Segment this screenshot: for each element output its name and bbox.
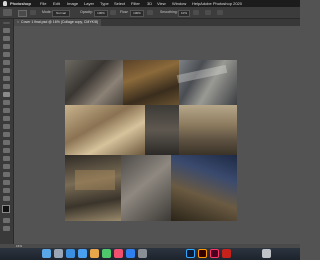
document-canvas[interactable] — [65, 60, 237, 221]
collage-tile — [65, 105, 145, 155]
menu-layer[interactable]: Layer — [84, 0, 94, 7]
music-icon[interactable] — [114, 249, 123, 258]
rectangle-tool-icon[interactable] — [3, 172, 10, 177]
collage-tile — [171, 155, 237, 221]
messages-icon[interactable] — [102, 249, 111, 258]
menu-edit[interactable]: Edit — [53, 0, 60, 7]
brush-settings-icon[interactable] — [30, 10, 36, 15]
type-tool-icon[interactable] — [3, 156, 10, 161]
mail-icon[interactable] — [78, 249, 87, 258]
more-tools-icon[interactable] — [3, 196, 10, 201]
eraser-tool-icon[interactable] — [3, 116, 10, 121]
menu-window[interactable]: Window — [172, 0, 186, 7]
indesign-icon[interactable] — [210, 249, 219, 258]
foreground-color-swatch[interactable] — [2, 205, 10, 213]
clone-stamp-tool-icon[interactable] — [3, 100, 10, 105]
smoothing-options-icon[interactable] — [193, 10, 199, 15]
apple-logo-icon[interactable] — [3, 1, 7, 6]
path-selection-tool-icon[interactable] — [3, 164, 10, 169]
menu-select[interactable]: Select — [114, 0, 125, 7]
hand-tool-icon[interactable] — [3, 180, 10, 185]
collage-highlight — [75, 170, 115, 190]
window-title: Adobe Photoshop 2020 — [200, 1, 242, 6]
pressure-opacity-icon[interactable] — [110, 10, 116, 15]
healing-brush-tool-icon[interactable] — [3, 84, 10, 89]
collage-tile — [179, 105, 237, 155]
collage-tile — [65, 60, 123, 105]
collage-tile — [121, 155, 171, 221]
finder-icon[interactable] — [42, 249, 51, 258]
illustrator-icon[interactable] — [198, 249, 207, 258]
menu-filter[interactable]: Filter — [131, 0, 140, 7]
mac-dock — [0, 248, 300, 260]
photoshop-icon[interactable] — [186, 249, 195, 258]
menu-app-name[interactable]: Photoshop — [10, 0, 31, 7]
lasso-tool-icon[interactable] — [3, 44, 10, 49]
menu-type[interactable]: Type — [100, 0, 109, 7]
collage-tile — [179, 60, 237, 105]
document-tab[interactable]: × Cover 1 final.psd @ 16% (Collage copy, … — [14, 19, 102, 26]
symmetry-icon[interactable] — [217, 10, 223, 15]
quick-mask-icon[interactable] — [3, 218, 10, 223]
photos-icon[interactable] — [90, 249, 99, 258]
menu-3d[interactable]: 3D — [147, 0, 152, 7]
trash-icon[interactable] — [262, 249, 271, 258]
dodge-tool-icon[interactable] — [3, 140, 10, 145]
blur-tool-icon[interactable] — [3, 132, 10, 137]
smoothing-field[interactable]: 10% — [178, 10, 190, 17]
airbrush-icon[interactable] — [147, 10, 153, 15]
pen-tool-icon[interactable] — [3, 148, 10, 153]
app-store-icon[interactable] — [126, 249, 135, 258]
zoom-tool-icon[interactable] — [3, 188, 10, 193]
mode-label: Mode: — [42, 10, 52, 14]
crop-tool-icon[interactable] — [3, 60, 10, 65]
document-tab-bar: × Cover 1 final.psd @ 16% (Collage copy, … — [14, 19, 300, 26]
move-tool-icon[interactable] — [3, 28, 10, 33]
collage-tile — [123, 60, 179, 105]
flow-label: Flow: — [120, 10, 129, 14]
pressure-size-icon[interactable] — [205, 10, 211, 15]
safari-icon[interactable] — [66, 249, 75, 258]
quick-select-tool-icon[interactable] — [3, 52, 10, 57]
panel-collapse-icon[interactable] — [3, 22, 10, 24]
frame-tool-icon[interactable] — [3, 68, 10, 73]
gradient-tool-icon[interactable] — [3, 124, 10, 129]
opacity-label: Opacity: — [80, 10, 93, 14]
menu-image[interactable]: Image — [67, 0, 78, 7]
marquee-tool-icon[interactable] — [3, 36, 10, 41]
brush-preset-icon[interactable] — [3, 9, 12, 16]
history-brush-tool-icon[interactable] — [3, 108, 10, 113]
options-bar: Mode: Normal Opacity: 100% Flow: 100% Sm… — [0, 7, 300, 19]
mac-menubar: Photoshop File Edit Image Layer Type Sel… — [0, 0, 300, 7]
brush-size-picker[interactable] — [18, 10, 27, 17]
mode-select[interactable]: Normal — [52, 10, 70, 17]
brush-tool-icon[interactable] — [3, 92, 10, 97]
tools-panel — [0, 19, 14, 244]
menu-file[interactable]: File — [40, 0, 46, 7]
eyedropper-tool-icon[interactable] — [3, 76, 10, 81]
menu-view[interactable]: View — [157, 0, 166, 7]
flow-field[interactable]: 100% — [130, 10, 144, 17]
screen-mode-icon[interactable] — [3, 226, 10, 231]
acrobat-icon[interactable] — [222, 249, 231, 258]
close-tab-icon[interactable]: × — [17, 20, 19, 24]
opacity-field[interactable]: 100% — [94, 10, 108, 17]
launchpad-icon[interactable] — [54, 249, 63, 258]
menu-help[interactable]: Help — [192, 0, 200, 7]
preferences-icon[interactable] — [138, 249, 147, 258]
collage-tile — [145, 105, 179, 155]
smoothing-label: Smoothing: — [160, 10, 178, 14]
document-tab-title: Cover 1 final.psd @ 16% (Collage copy, C… — [21, 20, 99, 24]
